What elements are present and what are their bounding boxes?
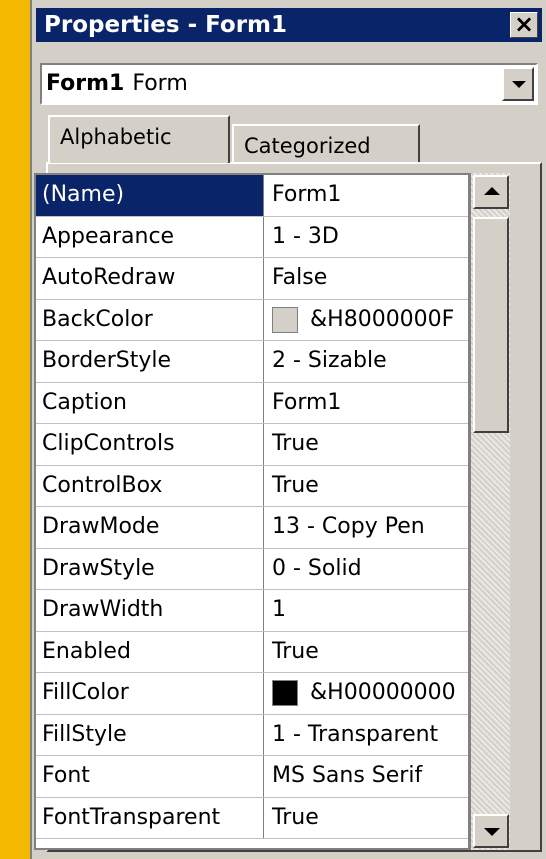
color-swatch (272, 680, 298, 706)
property-name: FillStyle (36, 714, 264, 755)
property-value[interactable]: Form1 (266, 175, 466, 216)
object-selector[interactable]: Form1 Form (40, 63, 538, 105)
property-grid: (Name) Form1 Appearance 1 - 3D AutoRedraw Fal… (34, 173, 470, 850)
property-value[interactable]: False (266, 258, 466, 299)
property-name: DrawWidth (36, 590, 264, 631)
property-name: ClipControls (36, 424, 264, 465)
property-row[interactable]: BackColor &H8000000F (36, 299, 468, 341)
property-name: (Name) (36, 175, 264, 216)
close-icon: × (513, 10, 535, 38)
property-row[interactable]: FillColor &H00000000 (36, 673, 468, 715)
property-value[interactable]: &H00000000 (266, 673, 466, 714)
property-value[interactable]: 1 - Transparent (266, 715, 466, 756)
object-type: Form (132, 71, 188, 96)
scroll-thumb[interactable] (473, 217, 509, 433)
property-row[interactable]: ClipControls True (36, 424, 468, 466)
property-value[interactable]: 0 - Solid (266, 549, 466, 590)
property-name: BackColor (36, 299, 264, 340)
property-name: BorderStyle (36, 341, 264, 382)
property-name: Enabled (36, 631, 264, 672)
property-value[interactable]: 1 - 3D (266, 217, 466, 258)
property-value[interactable]: True (266, 632, 466, 673)
window-title: Properties - Form1 (44, 12, 288, 38)
scroll-up-button[interactable] (473, 175, 509, 209)
property-name: Font (36, 756, 264, 797)
property-row[interactable]: FontTransparent True (36, 797, 468, 839)
property-name: Caption (36, 382, 264, 423)
property-row[interactable]: Font MS Sans Serif (36, 756, 468, 798)
property-row[interactable]: BorderStyle 2 - Sizable (36, 341, 468, 383)
property-row[interactable]: Caption Form1 (36, 382, 468, 424)
property-name: Appearance (36, 216, 264, 257)
property-value[interactable]: 1 (266, 590, 466, 631)
property-row[interactable]: Enabled True (36, 631, 468, 673)
property-value[interactable]: MS Sans Serif (266, 756, 466, 797)
object-name: Form1 (46, 71, 125, 96)
property-row[interactable]: DrawWidth 1 (36, 590, 468, 632)
property-row[interactable]: Appearance 1 - 3D (36, 216, 468, 258)
property-name: ControlBox (36, 465, 264, 506)
property-value-text: &H8000000F (310, 306, 455, 332)
property-value[interactable]: True (266, 424, 466, 465)
property-row[interactable]: DrawStyle 0 - Solid (36, 548, 468, 590)
scroll-down-button[interactable] (473, 814, 509, 848)
title-bar[interactable]: Properties - Form1 × (36, 8, 542, 42)
chevron-down-icon[interactable] (502, 67, 534, 101)
property-row[interactable]: DrawMode 13 - Copy Pen (36, 507, 468, 549)
property-name: DrawStyle (36, 548, 264, 589)
property-value[interactable]: 13 - Copy Pen (266, 507, 466, 548)
property-name: DrawMode (36, 507, 264, 548)
property-row[interactable]: (Name) Form1 (36, 175, 468, 217)
property-value[interactable]: 2 - Sizable (266, 341, 466, 382)
tab-alphabetic-label: Alphabetic (60, 125, 172, 149)
property-value[interactable]: &H8000000F (266, 300, 466, 341)
property-name: AutoRedraw (36, 258, 264, 299)
property-row[interactable]: AutoRedraw False (36, 258, 468, 300)
tab-alphabetic[interactable]: Alphabetic (48, 115, 230, 163)
property-value[interactable]: Form1 (266, 383, 466, 424)
property-value[interactable]: True (266, 798, 466, 839)
property-name: FillColor (36, 673, 264, 714)
color-swatch (272, 306, 298, 333)
property-value-text: &H00000000 (310, 680, 456, 705)
tab-categorized[interactable]: Categorized (232, 124, 420, 164)
property-row[interactable]: FillStyle 1 - Transparent (36, 714, 468, 756)
vertical-scrollbar[interactable] (470, 173, 510, 850)
property-value[interactable]: True (266, 466, 466, 507)
property-name: FontTransparent (36, 797, 264, 838)
property-row[interactable]: ControlBox True (36, 465, 468, 507)
close-button[interactable]: × (510, 12, 538, 38)
tab-categorized-label: Categorized (244, 134, 371, 158)
